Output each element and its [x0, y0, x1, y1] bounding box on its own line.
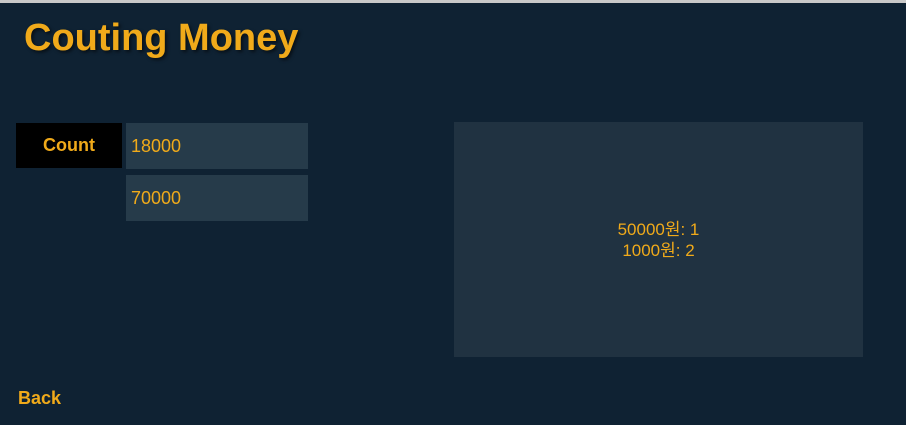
result-line: 1000원: 2	[622, 240, 695, 260]
page-title: Couting Money	[24, 17, 299, 59]
result-line: 50000원: 1	[617, 219, 700, 239]
amount-input-2[interactable]	[126, 175, 308, 221]
amount-input-1[interactable]	[126, 123, 308, 169]
back-link[interactable]: Back	[18, 388, 61, 409]
result-panel: 50000원: 1 1000원: 2	[454, 122, 863, 357]
count-button[interactable]: Count	[16, 123, 122, 168]
window-top-strip	[0, 0, 906, 3]
